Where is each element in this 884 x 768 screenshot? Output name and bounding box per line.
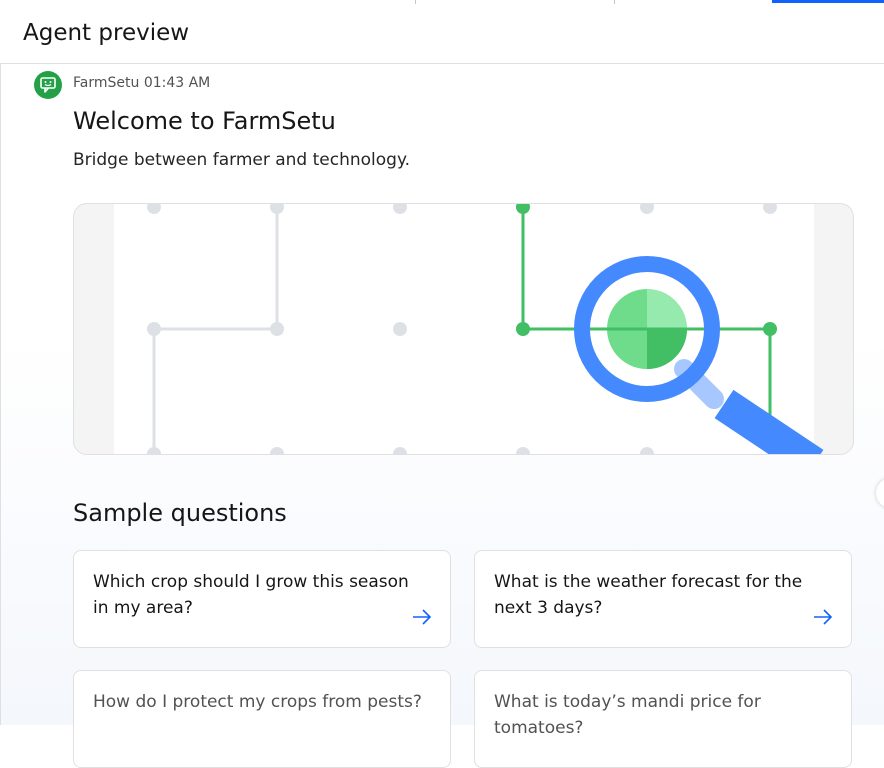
arrow-right-icon — [814, 609, 833, 625]
sample-questions-heading: Sample questions — [73, 499, 287, 527]
sample-question-card[interactable]: How do I protect my crops from pests? — [73, 670, 451, 768]
chat-bot-icon — [34, 71, 62, 99]
active-tab-indicator[interactable] — [772, 0, 884, 3]
sender-name: FarmSetu — [73, 75, 140, 91]
sample-question-card[interactable]: Which crop should I grow this season in … — [73, 550, 451, 648]
panel-header: Agent preview — [0, 4, 884, 64]
message-meta: FarmSetu 01:43 AM — [73, 75, 210, 91]
arrow-right-icon — [413, 609, 432, 625]
sample-question-text: What is today’s mandi price for tomatoes… — [494, 692, 761, 738]
welcome-banner-illustration — [73, 203, 854, 455]
sample-question-text: Which crop should I grow this season in … — [93, 572, 409, 618]
sample-question-text: How do I protect my crops from pests? — [93, 692, 422, 712]
sample-question-text: What is the weather forecast for the nex… — [494, 572, 803, 618]
welcome-subtitle: Bridge between farmer and technology. — [73, 150, 411, 170]
message-time: 01:43 AM — [143, 75, 211, 91]
sample-question-card[interactable]: What is the weather forecast for the nex… — [474, 550, 852, 648]
welcome-title: Welcome to FarmSetu — [73, 107, 336, 135]
panel-title: Agent preview — [23, 20, 190, 46]
sample-question-card[interactable]: What is today’s mandi price for tomatoes… — [474, 670, 852, 768]
